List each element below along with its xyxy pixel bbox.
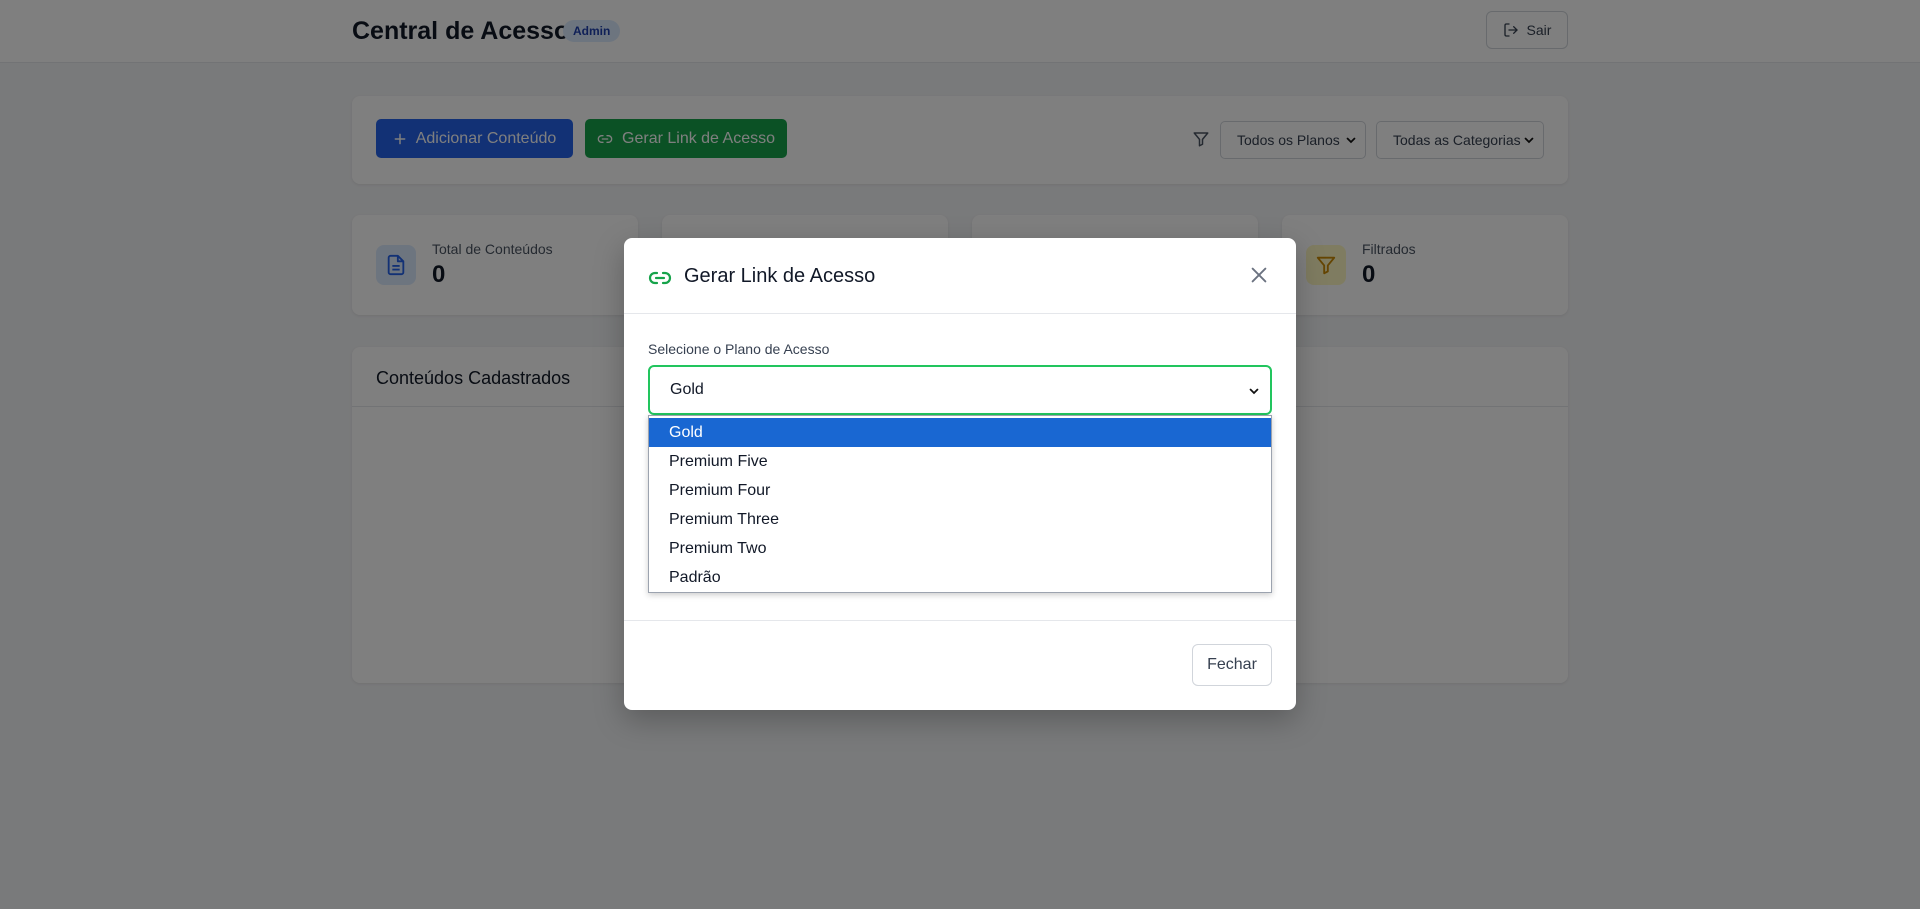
plan-option[interactable]: Premium Five — [649, 447, 1271, 476]
plan-option[interactable]: Gold — [649, 418, 1271, 447]
plan-select-value: Gold — [670, 381, 704, 398]
modal-header: Gerar Link de Acesso — [624, 238, 1296, 314]
plan-select-label: Selecione o Plano de Acesso — [648, 341, 830, 357]
close-button[interactable]: Fechar — [1192, 644, 1272, 686]
chevron-down-icon — [1249, 388, 1259, 395]
plan-option[interactable]: Premium Four — [649, 476, 1271, 505]
plan-select[interactable]: Gold — [648, 365, 1272, 415]
link-icon — [648, 271, 672, 285]
plan-option[interactable]: Premium Three — [649, 505, 1271, 534]
close-icon[interactable] — [1248, 264, 1270, 286]
plan-option[interactable]: Premium Two — [649, 534, 1271, 563]
modal-footer-divider — [624, 620, 1296, 621]
plan-options-list: Gold Premium Five Premium Four Premium T… — [648, 415, 1272, 593]
modal-title: Gerar Link de Acesso — [684, 265, 876, 287]
plan-option[interactable]: Padrão — [649, 563, 1271, 592]
